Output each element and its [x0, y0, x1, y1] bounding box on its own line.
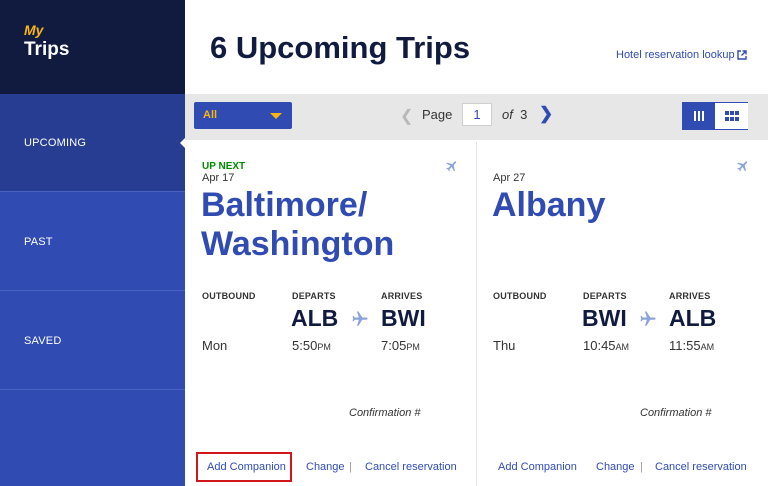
confirmation-label: Confirmation #	[349, 407, 421, 419]
sidebar-item-upcoming[interactable]: UPCOMING	[0, 94, 186, 192]
origin-code: ALB	[291, 305, 339, 331]
highlight-box	[196, 452, 292, 482]
view-toggle	[682, 102, 748, 130]
arrive-time: 11:55AM	[669, 338, 715, 353]
add-companion-button[interactable]: Add Companion	[498, 461, 577, 473]
page-total: 3	[520, 107, 528, 122]
plane-icon	[352, 311, 368, 326]
arrive-time: 7:05PM	[381, 338, 420, 353]
cancel-reservation-button[interactable]: Cancel reservation	[365, 461, 457, 473]
page-label: Page	[422, 107, 453, 122]
sidebar-item-label: UPCOMING	[24, 137, 87, 149]
list-view-icon	[694, 111, 704, 121]
page-number-input[interactable]: 1	[462, 103, 492, 126]
plane-icon	[737, 161, 748, 172]
trip-date: Apr 27	[493, 172, 526, 184]
action-separator: |	[640, 461, 643, 473]
departs-label: DEPARTS	[292, 291, 336, 301]
list-view-button[interactable]	[683, 103, 715, 129]
cancel-reservation-button[interactable]: Cancel reservation	[655, 461, 747, 473]
sidebar: My Trips UPCOMING PAST SAVED	[0, 0, 186, 486]
page-title: 6 Upcoming Trips	[210, 30, 471, 65]
trip-day: Mon	[202, 338, 228, 353]
arrives-label: ARRIVES	[381, 291, 423, 301]
depart-time: 5:50PM	[292, 338, 331, 353]
filter-selected-value: All	[203, 109, 218, 121]
departs-label: DEPARTS	[583, 291, 627, 301]
brand-my: My	[24, 22, 44, 38]
sidebar-item-past[interactable]: PAST	[0, 193, 185, 291]
destination-city: Baltimore/ Washington	[201, 186, 395, 263]
arrives-label: ARRIVES	[669, 291, 711, 301]
chevron-left-icon[interactable]: ❮	[400, 106, 413, 126]
trip-filter-select[interactable]: All	[194, 102, 292, 129]
plane-icon	[640, 311, 656, 326]
action-separator: |	[349, 461, 352, 473]
trip-date: Apr 17	[202, 172, 235, 184]
confirmation-label: Confirmation #	[640, 407, 712, 419]
brand-block: My Trips	[0, 0, 185, 94]
origin-code: BWI	[582, 305, 627, 331]
page-of-label: of 3	[502, 107, 528, 122]
trip-card[interactable]: Apr 27 Albany OUTBOUND DEPARTS ARRIVES B…	[478, 142, 768, 486]
chevron-right-icon[interactable]: ❯	[539, 104, 553, 124]
hotel-reservation-lookup-link[interactable]: Hotel reservation lookup	[616, 49, 735, 61]
brand-trips: Trips	[24, 39, 70, 60]
trip-day: Thu	[493, 338, 516, 353]
plane-icon	[446, 161, 457, 172]
destination-code: ALB	[669, 305, 717, 331]
destination-city: Albany	[492, 186, 606, 224]
grid-view-button[interactable]	[716, 103, 748, 129]
depart-time: 10:45AM	[583, 338, 630, 353]
up-next-badge: UP NEXT	[202, 161, 246, 172]
change-button[interactable]: Change	[306, 461, 345, 473]
grid-view-icon	[725, 111, 739, 121]
destination-code: BWI	[381, 305, 426, 331]
outbound-label: OUTBOUND	[202, 291, 256, 301]
chevron-down-icon	[270, 113, 282, 119]
trip-card[interactable]: UP NEXT Apr 17 Baltimore/ Washington OUT…	[187, 142, 477, 486]
outbound-label: OUTBOUND	[493, 291, 547, 301]
sidebar-item-label: SAVED	[24, 335, 62, 347]
sidebar-item-label: PAST	[24, 236, 53, 248]
external-link-icon[interactable]	[737, 50, 747, 60]
change-button[interactable]: Change	[596, 461, 635, 473]
sidebar-item-saved[interactable]: SAVED	[0, 292, 185, 390]
